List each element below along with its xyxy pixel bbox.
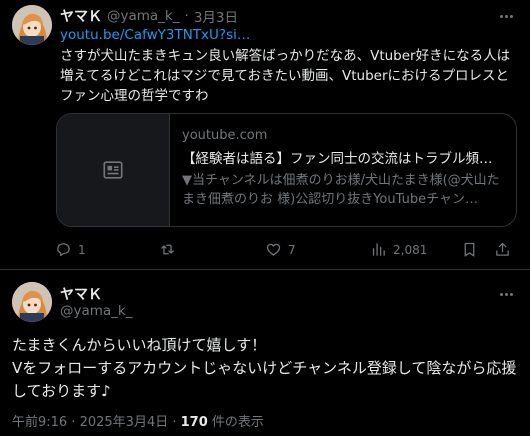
news-article-icon [103,161,123,179]
card-thumbnail [57,114,170,226]
reply-timestamp[interactable]: 午前9:16 · 2025年3月4日 · [12,415,181,430]
card-description: ▼当チャンネルは佃煮のりお様/犬山たまき様(@犬山たまき佃煮のりお 様)公認切り… [182,173,500,207]
author-name[interactable]: ヤマＫ [60,6,102,26]
bookmark-icon [464,242,475,257]
card-title: 【経験者は語る】ファン同士の交流はトラブル頻発… [182,151,504,167]
tweet-divider [0,269,530,270]
reply-view-count: 170 [180,415,208,430]
reply-icon [57,243,70,257]
like-count: 7 [288,242,296,257]
reply-text-line-2: Vをフォローするアカウントじゃないけどチャンネル登録して陰ながら応援しております… [12,359,517,400]
author-handle[interactable]: @yama_k_ [107,8,180,24]
card-domain: youtube.com [182,128,268,143]
reply-author-handle[interactable]: @yama_k_ [60,303,133,319]
tweet-link[interactable]: youtu.be/CafwY3TNTxU?si… [60,27,250,43]
bookmark-button[interactable] [461,241,478,262]
reply-avatar-image [12,282,52,322]
avatar-image [12,5,52,45]
header-separator: · [184,8,189,24]
views-button[interactable]: 2,081 [370,241,427,258]
reply-more-options-icon[interactable] [496,286,516,302]
reply-avatar[interactable] [12,282,52,322]
avatar[interactable] [12,5,52,45]
reply-author-name[interactable]: ヤマＫ [60,284,102,304]
reply-meta: 午前9:16 · 2025年3月4日 · 170 件の表示 [12,411,264,430]
reply-view-label: 件の表示 [207,415,264,430]
like-button[interactable]: 7 [265,241,296,258]
share-icon [496,242,509,256]
tweet-date[interactable]: 3月3日 [194,6,238,26]
retweet-icon [161,244,174,255]
views-count: 2,081 [393,242,428,257]
heart-icon [266,243,281,256]
retweet-button[interactable] [159,241,182,258]
share-button[interactable] [494,241,511,262]
reply-text-line-1: たまきくんからいいね頂けて嬉しす！ [12,336,267,354]
reply-button[interactable]: 1 [55,241,86,258]
views-chart-icon [372,243,385,256]
card-info: youtube.com 【経験者は語る】ファン同士の交流はトラブル頻発… ▼当チ… [170,114,516,226]
more-options-icon[interactable] [496,8,516,24]
tweet-header: ヤマＫ @yama_k_ · 3月3日 [60,6,238,26]
reply-count: 1 [78,242,86,257]
link-preview-card[interactable]: youtube.com 【経験者は語る】ファン同士の交流はトラブル頻発… ▼当チ… [56,113,517,227]
tweet-text: さすが犬山たまきキュン良い解答ばっかりだなあ、Vtuber好きになる人は増えてる… [60,48,511,104]
